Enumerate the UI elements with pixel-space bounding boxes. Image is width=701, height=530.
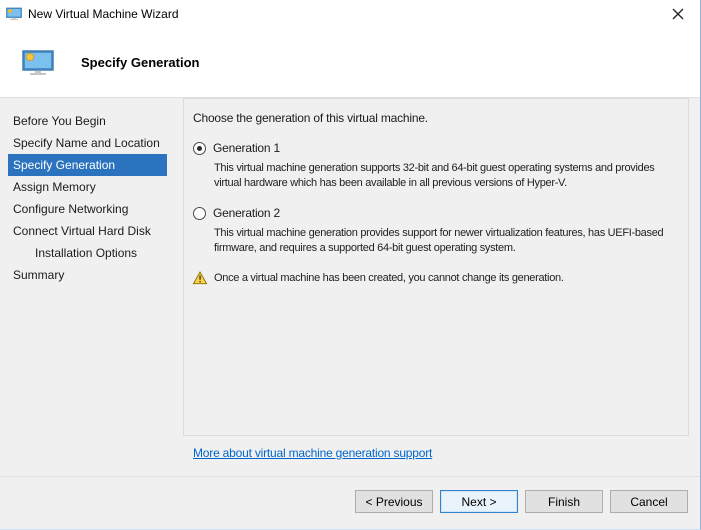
- generation2-radio-row[interactable]: Generation 2: [193, 206, 680, 220]
- wizard-window: New Virtual Machine Wizard Specify Gener…: [0, 0, 701, 530]
- previous-button[interactable]: < Previous: [355, 490, 433, 513]
- sidebar-item-connect-vhd[interactable]: Connect Virtual Hard Disk: [8, 220, 167, 242]
- vm-monitor-icon: [6, 7, 22, 21]
- generation1-radio-row[interactable]: Generation 1: [193, 141, 680, 155]
- radio-button-generation1[interactable]: [193, 142, 206, 155]
- generation2-description: This virtual machine generation provides…: [214, 226, 680, 256]
- close-button[interactable]: [656, 0, 700, 28]
- generation1-label: Generation 1: [213, 141, 280, 155]
- cancel-button[interactable]: Cancel: [610, 490, 688, 513]
- generation2-label: Generation 2: [213, 206, 280, 220]
- wizard-body: Before You Begin Specify Name and Locati…: [0, 98, 700, 476]
- wizard-header: Specify Generation: [0, 28, 700, 98]
- next-button[interactable]: Next >: [440, 490, 518, 513]
- sidebar-item-configure-networking[interactable]: Configure Networking: [8, 198, 167, 220]
- content-column: Choose the generation of this virtual ma…: [183, 98, 700, 476]
- finish-button[interactable]: Finish: [525, 490, 603, 513]
- vm-monitor-icon-large: [22, 50, 54, 76]
- footer-button-bar: < Previous Next > Finish Cancel: [0, 476, 700, 529]
- warning-text: Once a virtual machine has been created,…: [214, 271, 564, 284]
- close-icon: [672, 8, 684, 20]
- generation1-description: This virtual machine generation supports…: [214, 161, 680, 191]
- sidebar-item-summary[interactable]: Summary: [8, 264, 167, 286]
- warning-row: Once a virtual machine has been created,…: [193, 271, 680, 285]
- intro-text: Choose the generation of this virtual ma…: [193, 111, 680, 125]
- page-title: Specify Generation: [81, 55, 199, 70]
- more-about-generation-link[interactable]: More about virtual machine generation su…: [193, 446, 432, 460]
- window-title: New Virtual Machine Wizard: [28, 7, 179, 21]
- warning-icon: [192, 271, 208, 285]
- generation1-option: Generation 1 This virtual machine genera…: [193, 141, 680, 191]
- sidebar-item-installation-options[interactable]: Installation Options: [8, 242, 167, 264]
- radio-button-generation2[interactable]: [193, 207, 206, 220]
- titlebar: New Virtual Machine Wizard: [0, 0, 700, 28]
- sidebar-item-specify-generation[interactable]: Specify Generation: [8, 154, 167, 176]
- sidebar-item-before-you-begin[interactable]: Before You Begin: [8, 110, 167, 132]
- wizard-steps-sidebar: Before You Begin Specify Name and Locati…: [0, 98, 183, 476]
- sidebar-item-assign-memory[interactable]: Assign Memory: [8, 176, 167, 198]
- generation2-option: Generation 2 This virtual machine genera…: [193, 206, 680, 256]
- sidebar-item-specify-name-location[interactable]: Specify Name and Location: [8, 132, 167, 154]
- content-pane: Choose the generation of this virtual ma…: [183, 98, 689, 436]
